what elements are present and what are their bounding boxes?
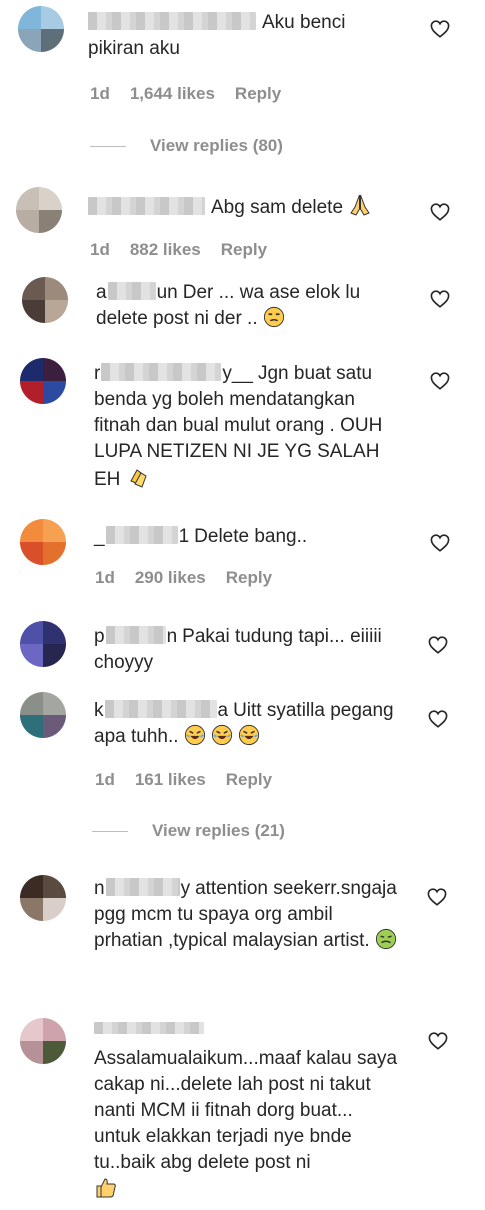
avatar[interactable] (22, 277, 68, 323)
like-count[interactable]: 882 likes (130, 240, 201, 260)
comment-time: 1d (90, 84, 110, 103)
reply-button[interactable]: Reply (226, 568, 272, 588)
heart-icon[interactable] (428, 710, 448, 728)
divider (92, 831, 128, 833)
view-replies-button[interactable]: View replies (21) (92, 821, 285, 841)
comment-meta: 1d 290 likes Reply (95, 568, 292, 588)
view-replies-button[interactable]: View replies (80) (90, 136, 283, 156)
folded-hands-icon (350, 194, 371, 216)
comment-text: n y attention seekerr.sngaja pgg mcm tu sp… (94, 878, 397, 951)
avatar[interactable] (20, 692, 66, 738)
comment-text: k a Uitt syatilla pegang apa tuhh.. (94, 700, 394, 747)
comment-text: p n Pakai tudung tapi... eiiiii choyyy (94, 626, 382, 673)
nauseated-face-icon (375, 928, 396, 950)
avatar[interactable] (18, 6, 64, 52)
heart-icon[interactable] (430, 534, 450, 552)
comment-text: r y__ Jgn buat satu benda yg boleh mendata… (94, 363, 383, 490)
comment-time: 1d (90, 240, 110, 259)
divider (90, 146, 126, 148)
unamused-face-icon (263, 306, 284, 328)
reply-button[interactable]: Reply (221, 240, 267, 260)
reply-button[interactable]: Reply (226, 770, 272, 790)
heart-icon[interactable] (430, 20, 450, 38)
avatar[interactable] (16, 187, 62, 233)
rolling-laughing-icon (212, 724, 233, 746)
heart-icon[interactable] (428, 1032, 448, 1050)
comment-time: 1d (95, 770, 115, 789)
like-count[interactable]: 290 likes (135, 568, 206, 588)
reply-button[interactable]: Reply (235, 84, 281, 104)
clapping-hands-icon (129, 469, 147, 488)
avatar[interactable] (20, 519, 66, 565)
thumbs-up-icon (96, 1178, 116, 1198)
comment-text: _ 1 Delete bang.. (94, 526, 308, 547)
avatar[interactable] (20, 1018, 66, 1064)
heart-icon[interactable] (430, 203, 450, 221)
heart-icon[interactable] (427, 888, 447, 906)
avatar[interactable] (20, 875, 66, 921)
comment-time: 1d (95, 568, 115, 587)
comment-text: Assalamualaikum...maaf kalau saya cakap … (94, 1020, 404, 1204)
avatar[interactable] (20, 358, 66, 404)
comment-text: Abg sam delete (88, 193, 408, 221)
comment-text: _Aku benci pikiran aku (88, 12, 346, 59)
heart-icon[interactable] (430, 290, 450, 308)
rolling-laughing-emojis (184, 724, 261, 747)
comment-meta: 1d 161 likes Reply (95, 770, 292, 790)
rolling-laughing-icon (239, 724, 260, 746)
rolling-laughing-icon (184, 724, 205, 746)
like-count[interactable]: 1,644 likes (130, 84, 215, 104)
comment-text: a un Der ... wa ase elok lu delete post ni… (96, 282, 361, 329)
heart-icon[interactable] (428, 636, 448, 654)
heart-icon[interactable] (430, 372, 450, 390)
like-count[interactable]: 161 likes (135, 770, 206, 790)
comment-meta: 1d 882 likes Reply (90, 240, 287, 260)
avatar[interactable] (20, 621, 66, 667)
comment-meta: 1d 1,644 likes Reply (90, 84, 301, 104)
